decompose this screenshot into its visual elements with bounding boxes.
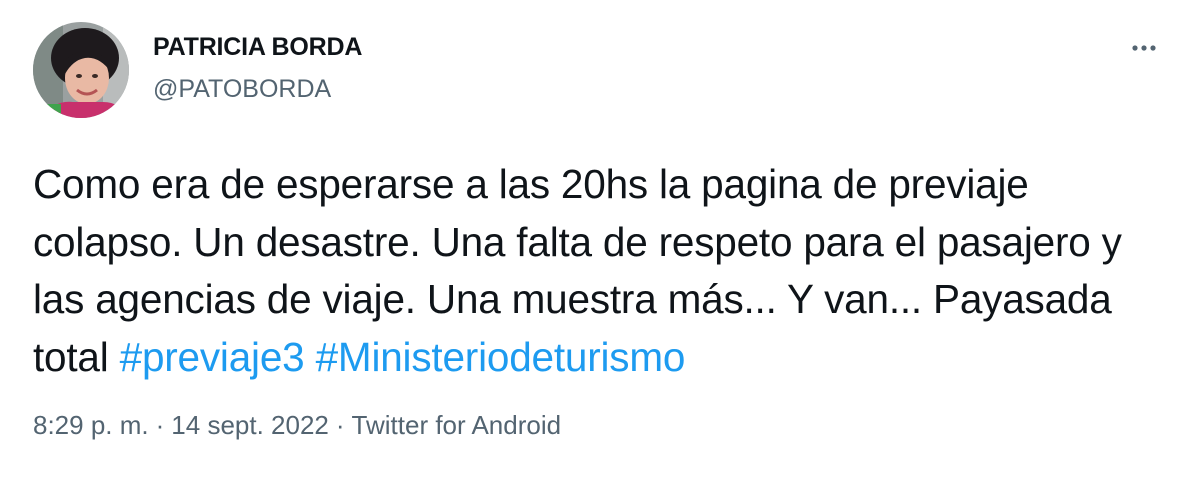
profile-photo [33,22,129,118]
hashtag-link[interactable]: #previaje3 [120,334,305,380]
avatar[interactable] [33,22,129,118]
more-horizontal-icon [1132,45,1156,51]
tweet-date[interactable]: 14 sept. 2022 [171,410,329,440]
author-handle[interactable]: @PATOBORDA [153,75,331,104]
author-name[interactable]: PATRICIA BORDA [153,33,362,62]
tweet-body: Como era de esperarse a las 20hs la pagi… [33,156,1173,386]
tweet-metadata: 8:29 p. m. · 14 sept. 2022 · Twitter for And… [33,410,561,441]
tweet-source[interactable]: Twitter for Android [352,410,562,440]
tweet-time[interactable]: 8:29 p. m. [33,410,149,440]
more-options-button[interactable] [1120,28,1168,68]
separator: · [335,410,345,440]
separator: · [155,410,165,440]
hashtag-link[interactable]: #Ministeriodeturismo [316,334,686,380]
